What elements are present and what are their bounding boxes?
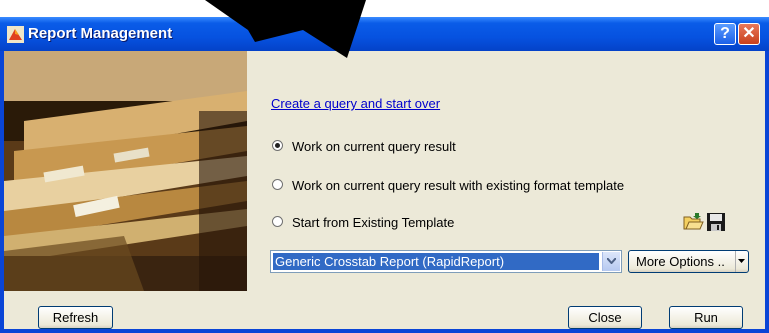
floppy-save-icon[interactable] bbox=[705, 211, 727, 233]
more-options-dropdown[interactable] bbox=[735, 251, 748, 272]
app-icon bbox=[7, 26, 24, 43]
window-title: Report Management bbox=[28, 25, 173, 42]
chevron-down-icon bbox=[607, 258, 616, 264]
refresh-button[interactable]: Refresh bbox=[38, 306, 113, 329]
option-label: Work on current query result with existi… bbox=[292, 178, 625, 193]
caret-down-icon bbox=[738, 259, 745, 263]
more-options-label: More Options .. bbox=[636, 254, 725, 269]
run-button[interactable]: Run bbox=[669, 306, 743, 329]
radio-current-query[interactable] bbox=[272, 140, 283, 151]
template-select-value: Generic Crosstab Report (RapidReport) bbox=[273, 253, 599, 270]
radio-existing-template[interactable] bbox=[272, 216, 283, 227]
select-dropdown-button[interactable] bbox=[602, 252, 620, 271]
file-folders-photo bbox=[4, 51, 247, 291]
help-button[interactable]: ? bbox=[714, 23, 736, 45]
report-management-window: Report Management ? ✕ Create a query and… bbox=[0, 17, 769, 333]
close-button[interactable]: Close bbox=[568, 306, 642, 329]
more-options-button[interactable]: More Options .. bbox=[628, 250, 749, 273]
dialog-body: Create a query and start over Work on cu… bbox=[4, 51, 765, 329]
create-query-link[interactable]: Create a query and start over bbox=[271, 96, 440, 111]
radio-current-query-with-template[interactable] bbox=[272, 179, 283, 190]
option-label: Start from Existing Template bbox=[292, 215, 455, 230]
close-window-button[interactable]: ✕ bbox=[738, 23, 760, 45]
template-select[interactable]: Generic Crosstab Report (RapidReport) bbox=[270, 250, 622, 273]
title-bar[interactable]: Report Management ? ✕ bbox=[0, 17, 769, 51]
option-label: Work on current query result bbox=[292, 139, 456, 154]
open-folder-icon[interactable] bbox=[682, 211, 704, 233]
